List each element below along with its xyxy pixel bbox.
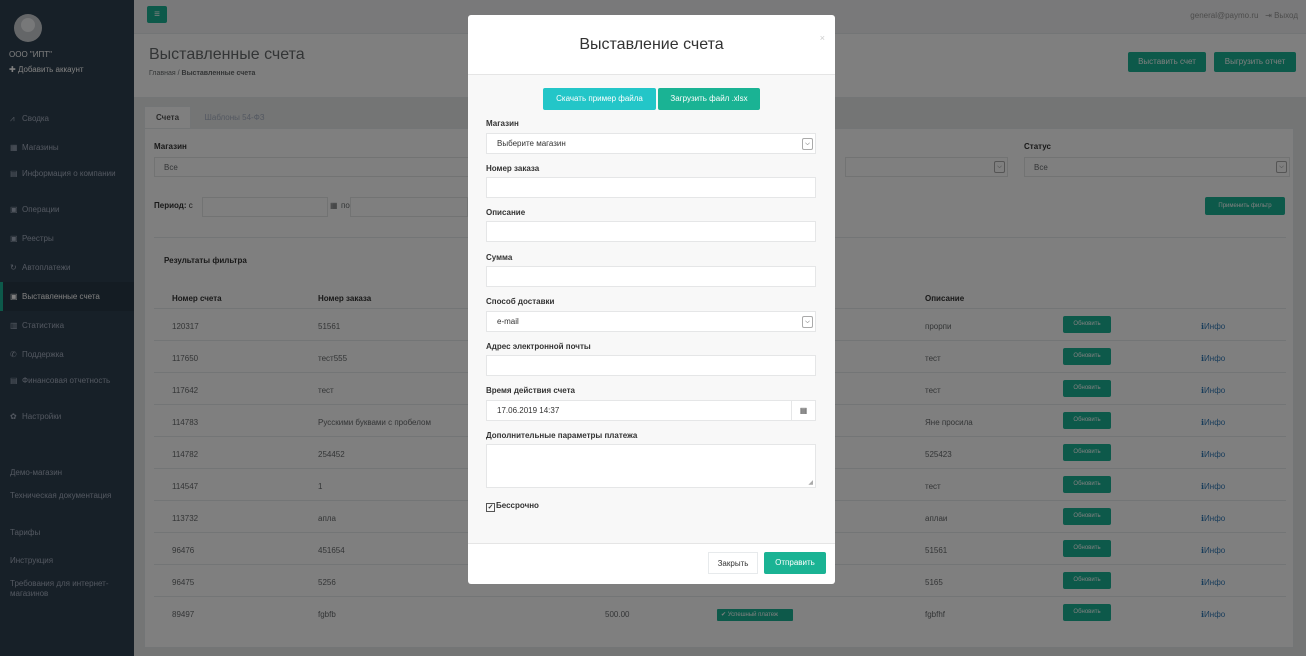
app-root: ООО "ИПТ" ✚ Добавить аккаунт ⩘Сводка ▦Ма…	[0, 0, 1306, 656]
close-icon[interactable]: ×	[820, 33, 825, 43]
delivery-method-value: e-mail	[497, 317, 519, 326]
send-button[interactable]: Отправить	[764, 552, 826, 574]
shop-select[interactable]: Выберите магазин ⌵	[486, 133, 816, 154]
close-button[interactable]: Закрыть	[708, 552, 758, 574]
order-number-label: Номер заказа	[486, 164, 540, 173]
validity-label: Время действия счета	[486, 386, 575, 395]
checkbox-icon: ✓	[486, 503, 495, 512]
download-sample-button[interactable]: Скачать пример файла	[543, 88, 656, 110]
sum-label: Сумма	[486, 253, 513, 262]
modal-header: Выставление счета ×	[468, 15, 835, 75]
perpetual-checkbox[interactable]: ✓ Бессрочно	[486, 501, 539, 512]
delivery-method-select[interactable]: e-mail ⌵	[486, 311, 816, 332]
shop-select-value: Выберите магазин	[497, 139, 566, 148]
sum-input[interactable]	[486, 266, 816, 287]
chevron-down-icon: ⌵	[802, 138, 813, 150]
upload-xlsx-button[interactable]: Загрузить файл .xlsx	[658, 88, 760, 110]
perpetual-label: Бессрочно	[496, 501, 539, 510]
validity-input[interactable]: 17.06.2019 14:37 ▦	[486, 400, 816, 421]
modal-title: Выставление счета	[579, 36, 724, 53]
issue-invoice-modal: Выставление счета × Скачать пример файла…	[468, 15, 835, 584]
modal-footer: Закрыть Отправить	[468, 543, 835, 584]
validity-value: 17.06.2019 14:37	[497, 406, 560, 415]
calendar-icon[interactable]: ▦	[791, 401, 815, 420]
description-input[interactable]	[486, 221, 816, 242]
resize-handle-icon[interactable]: ◢	[808, 479, 813, 486]
modal-body: Скачать пример файла Загрузить файл .xls…	[468, 75, 835, 543]
extra-params-label: Дополнительные параметры платежа	[486, 431, 638, 440]
email-label: Адрес электронной почты	[486, 342, 591, 351]
extra-params-textarea[interactable]: ◢	[486, 444, 816, 488]
email-input[interactable]	[486, 355, 816, 376]
order-number-input[interactable]	[486, 177, 816, 198]
shop-label: Магазин	[486, 119, 519, 128]
chevron-down-icon: ⌵	[802, 316, 813, 328]
description-label: Описание	[486, 208, 526, 217]
delivery-method-label: Способ доставки	[486, 297, 555, 306]
